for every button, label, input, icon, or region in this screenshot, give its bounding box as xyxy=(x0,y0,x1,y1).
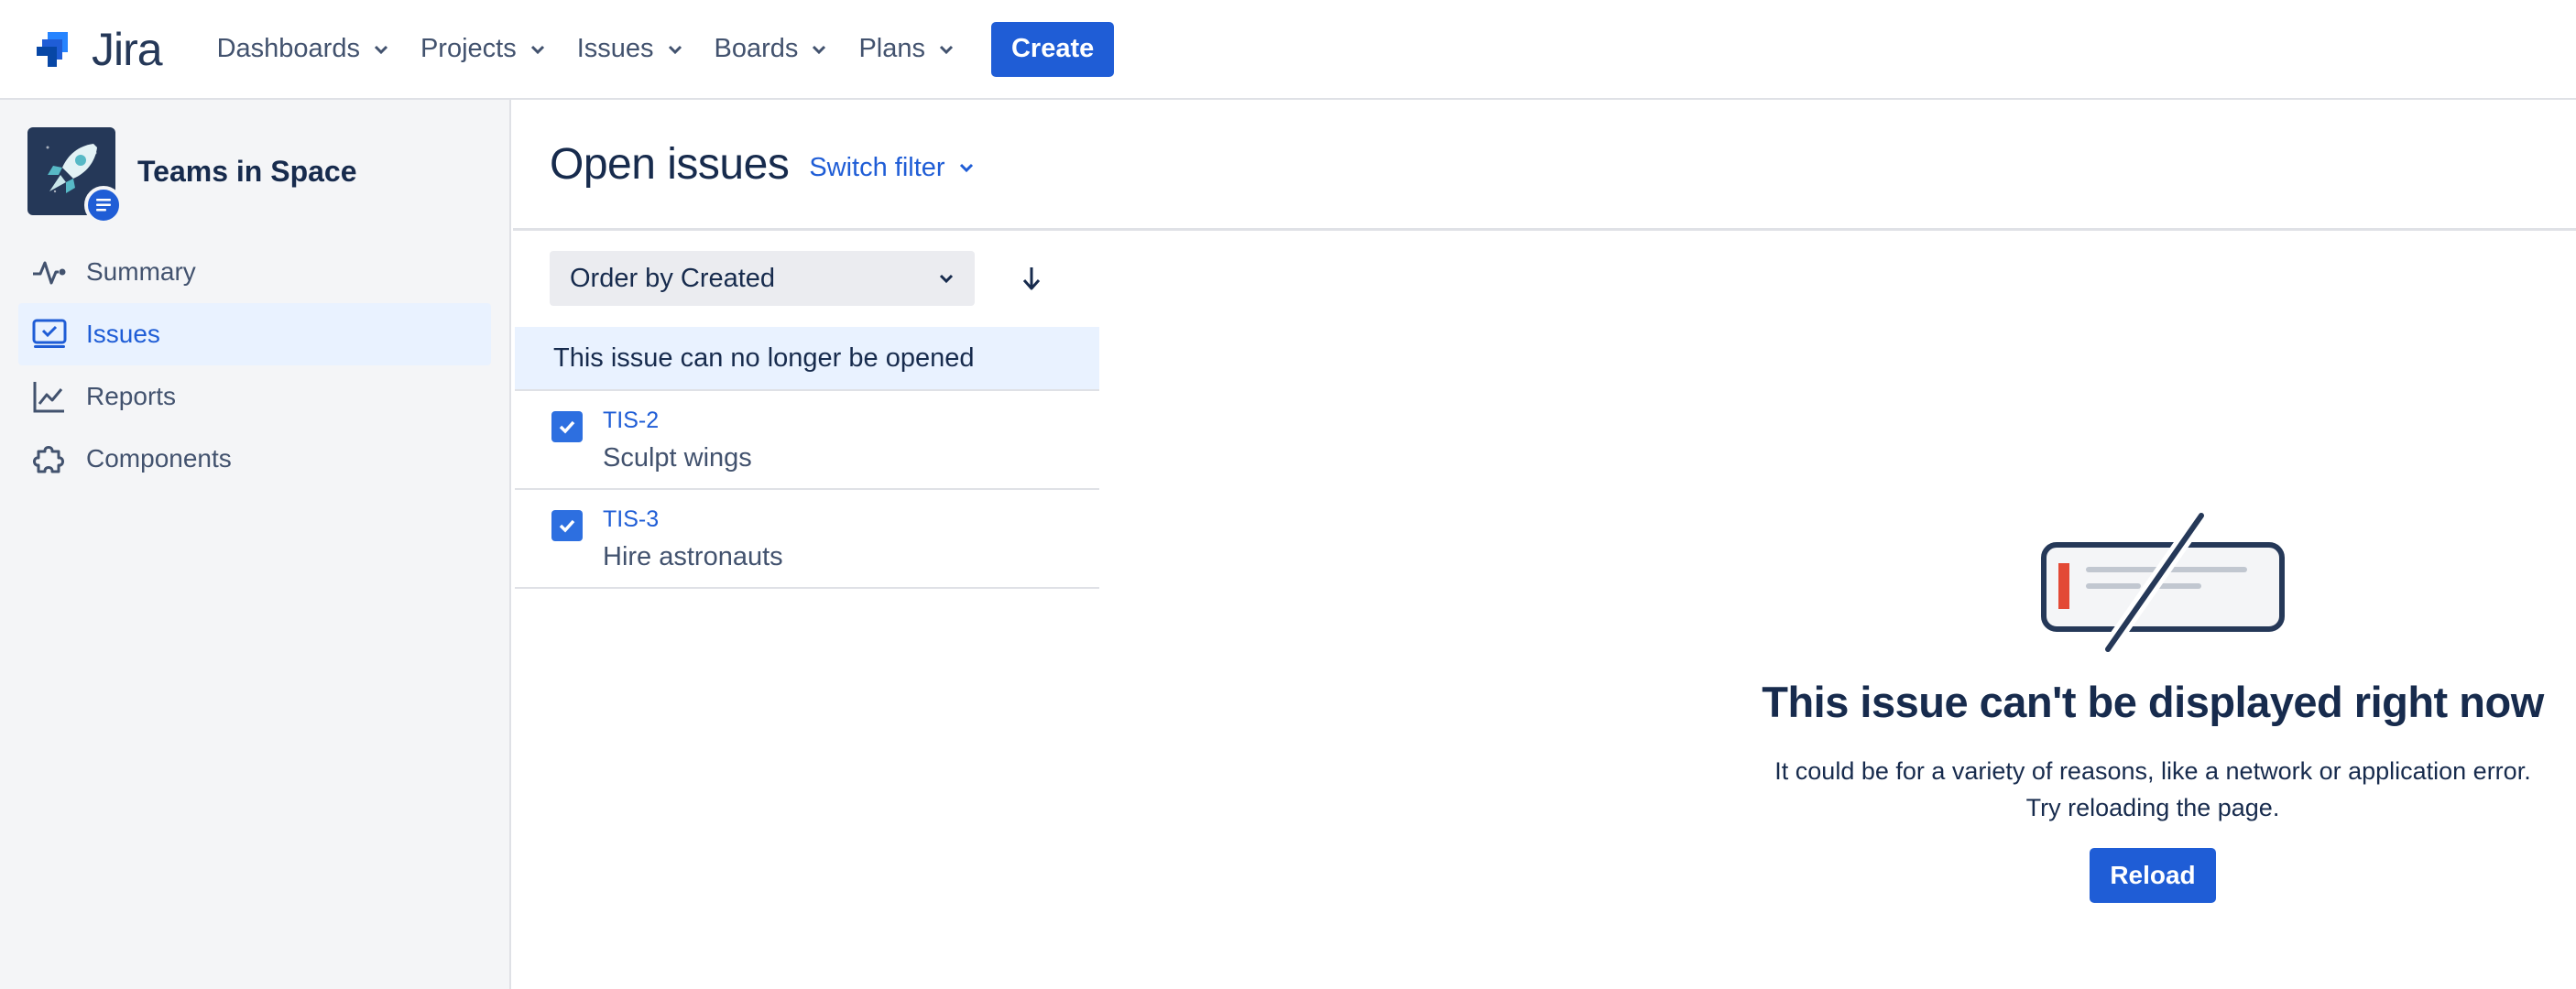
issue-list: This issue can no longer be opened TIS-2… xyxy=(515,327,1099,589)
project-name: Teams in Space xyxy=(137,154,357,188)
chevron-down-icon xyxy=(959,163,973,173)
error-description: It could be for a variety of reasons, li… xyxy=(1649,753,2576,826)
nav-plans[interactable]: Plans xyxy=(858,34,955,64)
nav-issues[interactable]: Issues xyxy=(577,34,683,64)
error-panel: This issue can't be displayed right now … xyxy=(1649,512,2576,903)
sort-direction-button[interactable] xyxy=(1013,260,1050,297)
error-description-line: Try reloading the page. xyxy=(2025,794,2280,821)
document-icon xyxy=(96,199,111,212)
nav-projects-label: Projects xyxy=(420,34,517,63)
project-header[interactable]: Teams in Space xyxy=(27,127,509,224)
sidebar-item-label: Reports xyxy=(86,382,177,410)
issue-row[interactable]: TIS-3 Hire astronauts xyxy=(515,490,1099,589)
chevron-down-icon xyxy=(939,45,954,54)
nav-issues-label: Issues xyxy=(576,34,654,63)
create-button[interactable]: Create xyxy=(990,21,1115,77)
nav-dashboards-label: Dashboards xyxy=(216,34,360,63)
sidebar-item-label: Summary xyxy=(86,257,196,286)
page-title: Open issues xyxy=(550,139,790,189)
issue-key[interactable]: TIS-2 xyxy=(603,408,752,434)
sidebar-item-summary[interactable]: Summary xyxy=(18,241,491,303)
issue-summary: Sculpt wings xyxy=(603,443,752,473)
sidebar-item-reports[interactable]: Reports xyxy=(18,365,491,428)
error-title: This issue can't be displayed right now xyxy=(1762,678,2544,726)
chevron-down-icon xyxy=(813,45,826,54)
chevron-down-icon xyxy=(530,45,544,54)
switch-filter-label: Switch filter xyxy=(809,152,945,182)
reload-button[interactable]: Reload xyxy=(2090,848,2216,903)
sidebar-nav: Summary Issues Reports Components xyxy=(0,241,509,490)
issue-summary: Hire astronauts xyxy=(603,542,783,571)
top-navigation: Jira Dashboards Projects Issues Boards P… xyxy=(0,0,2576,100)
error-description-line: It could be for a variety of reasons, li… xyxy=(1774,757,2531,785)
issue-unavailable-banner: This issue can no longer be opened xyxy=(515,327,1099,391)
sidebar-item-label: Issues xyxy=(86,320,160,348)
chevron-down-icon xyxy=(668,45,682,54)
list-toolbar: Order by Created xyxy=(550,251,1050,306)
page-header: Open issues Switch filter xyxy=(513,100,2576,231)
issues-icon xyxy=(32,319,67,348)
broken-issue-illustration xyxy=(2041,512,2285,654)
nav-projects[interactable]: Projects xyxy=(420,34,546,64)
issue-row[interactable]: TIS-2 Sculpt wings xyxy=(515,391,1099,490)
nav-dashboards[interactable]: Dashboards xyxy=(217,34,389,64)
arrow-down-icon xyxy=(1022,267,1041,290)
project-type-badge xyxy=(84,186,123,224)
task-type-icon xyxy=(551,510,583,541)
jira-logo-text: Jira xyxy=(92,23,163,75)
chevron-down-icon xyxy=(939,274,954,284)
task-type-icon xyxy=(551,411,583,442)
sidebar-item-issues[interactable]: Issues xyxy=(18,303,491,365)
puzzle-icon xyxy=(33,446,64,473)
chevron-down-icon xyxy=(374,45,388,54)
project-sidebar: Teams in Space Summary Issues Reports Co… xyxy=(0,100,511,989)
sidebar-item-components[interactable]: Components xyxy=(18,428,491,490)
order-by-select[interactable]: Order by Created xyxy=(550,251,975,306)
activity-icon xyxy=(33,261,66,285)
nav-boards-label: Boards xyxy=(714,34,799,63)
sidebar-item-label: Components xyxy=(86,444,232,473)
order-by-value: Order by Created xyxy=(570,263,776,293)
main-content: Open issues Switch filter Order by Creat… xyxy=(513,100,2576,989)
nav-boards[interactable]: Boards xyxy=(715,34,828,64)
project-avatar xyxy=(27,127,123,224)
reports-icon xyxy=(33,382,64,413)
jira-logo-icon xyxy=(37,31,68,67)
nav-plans-label: Plans xyxy=(858,34,925,63)
switch-filter-button[interactable]: Switch filter xyxy=(809,153,974,183)
jira-logo[interactable]: Jira xyxy=(35,23,163,76)
issue-key[interactable]: TIS-3 xyxy=(603,506,783,533)
